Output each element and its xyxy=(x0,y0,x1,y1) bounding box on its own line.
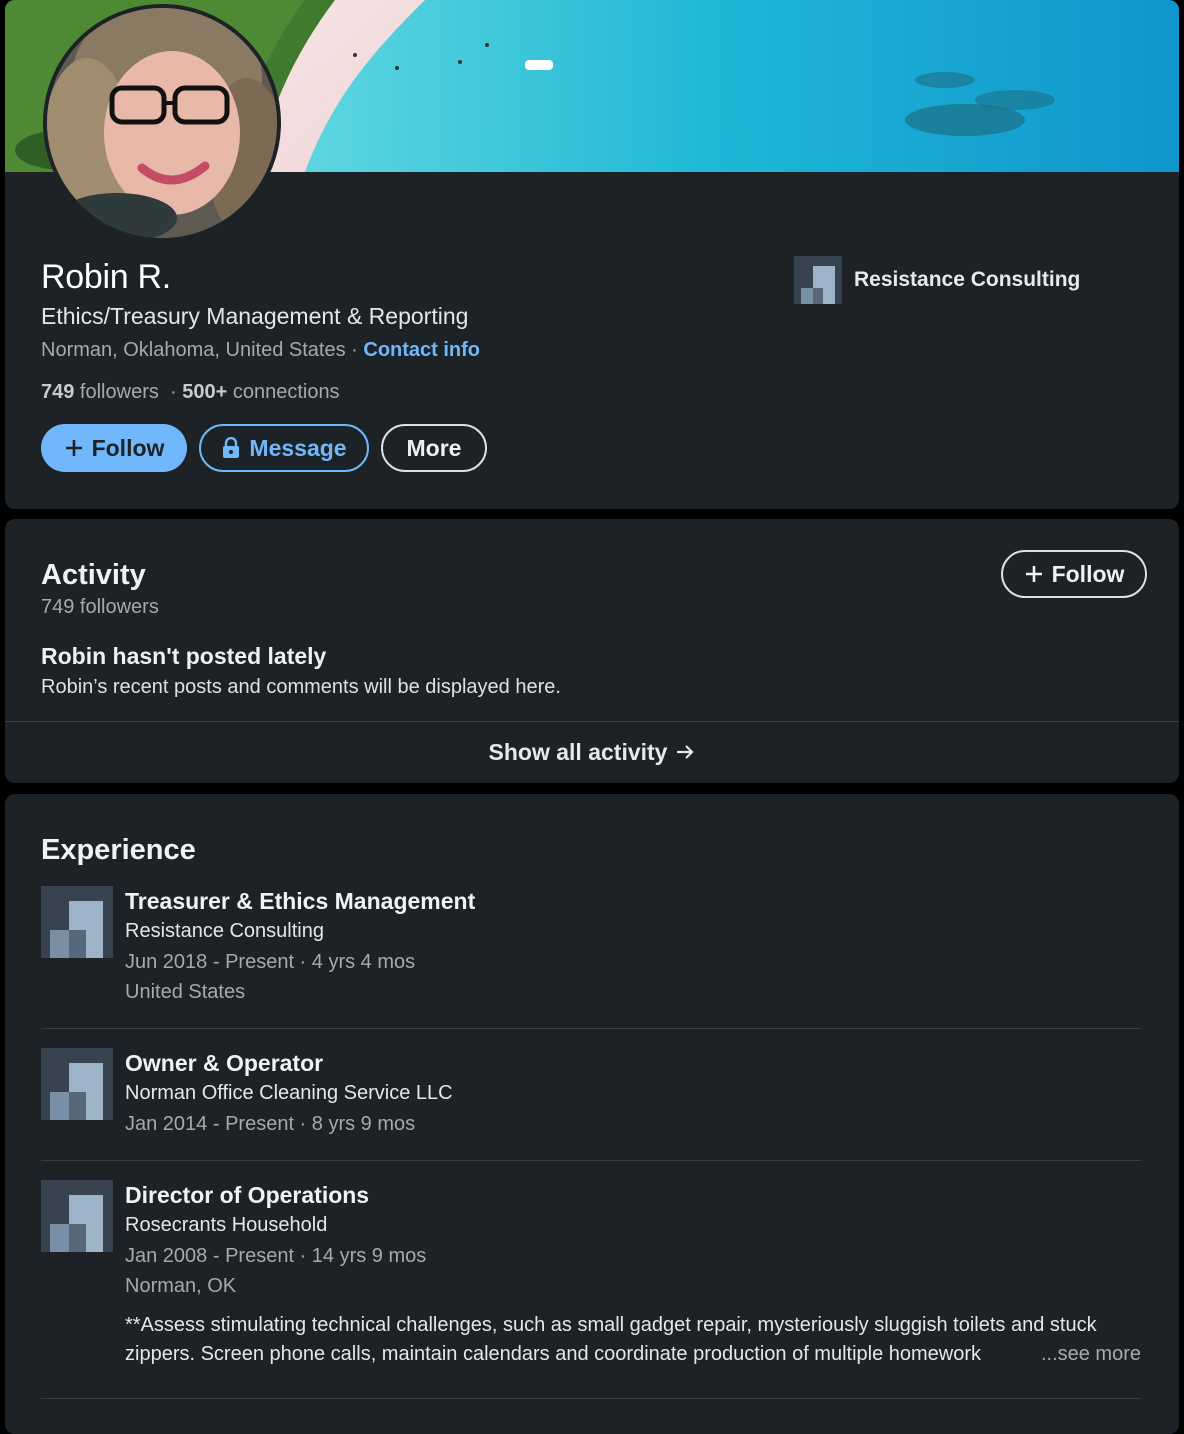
more-button[interactable]: More xyxy=(381,424,487,472)
profile-location-row: Norman, Oklahoma, United States · Contac… xyxy=(41,339,480,362)
divider xyxy=(41,1160,1141,1161)
company-logo-placeholder-icon[interactable] xyxy=(41,1048,113,1120)
activity-follow-button[interactable]: Follow xyxy=(1001,550,1147,598)
experience-location: United States xyxy=(125,981,246,1003)
activity-title: Activity xyxy=(41,559,146,591)
divider xyxy=(41,1398,1141,1399)
experience-description: **Assess stimulating technical challenge… xyxy=(125,1311,1141,1369)
company-logo-placeholder-icon[interactable] xyxy=(41,886,113,958)
plus-icon xyxy=(64,438,84,458)
activity-follow-label: Follow xyxy=(1051,560,1125,587)
separator: · xyxy=(158,381,183,403)
followers-count: 749 xyxy=(41,381,75,403)
profile-avatar[interactable] xyxy=(43,4,281,242)
profile-location: Norman, Oklahoma, United States xyxy=(41,339,346,361)
experience-text: Director of Operations Rosecrants Househ… xyxy=(125,1180,426,1301)
experience-company: Rosecrants Household xyxy=(125,1214,328,1236)
follow-button[interactable]: Follow xyxy=(41,424,187,472)
experience-company: Norman Office Cleaning Service LLC xyxy=(125,1082,453,1104)
experience-title-text: Director of Operations xyxy=(125,1182,370,1208)
see-more-link[interactable]: ...see more xyxy=(1041,1340,1141,1369)
activity-empty-description: Robin’s recent posts and comments will b… xyxy=(41,676,561,698)
experience-description-text: **Assess stimulating technical challenge… xyxy=(125,1314,1097,1365)
plus-icon xyxy=(1024,564,1044,584)
current-company-name: Resistance Consulting xyxy=(854,268,1081,291)
connections-label[interactable]: connections xyxy=(227,381,340,403)
show-all-activity-label: Show all activity xyxy=(488,738,668,765)
experience-text: Owner & Operator Norman Office Cleaning … xyxy=(125,1048,453,1139)
experience-company: Resistance Consulting xyxy=(125,920,324,942)
experience-dates: Jan 2008 - Present · 14 yrs 9 mos xyxy=(125,1245,427,1267)
arrow-right-icon xyxy=(675,742,695,762)
experience-title-text: Owner & Operator xyxy=(125,1050,324,1076)
lock-icon xyxy=(221,437,241,459)
experience-item: Treasurer & Ethics Management Resistance… xyxy=(41,886,1141,1016)
profile-name: Robin R. xyxy=(41,258,171,296)
message-button[interactable]: Message xyxy=(199,424,369,472)
company-logo-placeholder-icon[interactable] xyxy=(41,1180,113,1252)
show-all-activity-button[interactable]: Show all activity xyxy=(5,721,1179,783)
followers-label: followers xyxy=(74,381,159,403)
experience-item: Director of Operations Rosecrants Househ… xyxy=(41,1180,1141,1400)
message-button-label: Message xyxy=(249,434,347,461)
profile-stats: 749 followers · 500+ connections xyxy=(41,381,340,404)
activity-card: Activity 749 followers Follow Robin hasn… xyxy=(5,519,1179,783)
experience-text: Treasurer & Ethics Management Resistance… xyxy=(125,886,475,1007)
follow-button-label: Follow xyxy=(91,434,165,461)
profile-headline: Ethics/Treasury Management & Reporting xyxy=(41,303,469,329)
experience-card: Experience Treasurer & Ethics Management… xyxy=(5,794,1179,1434)
experience-title-text: Treasurer & Ethics Management xyxy=(125,888,476,914)
separator: · xyxy=(345,339,364,361)
divider xyxy=(41,1028,1141,1029)
connections-count[interactable]: 500+ xyxy=(182,381,227,403)
profile-card: Robin R. Ethics/Treasury Management & Re… xyxy=(5,0,1179,509)
experience-location: Norman, OK xyxy=(125,1275,237,1297)
experience-dates: Jan 2014 - Present · 8 yrs 9 mos xyxy=(125,1113,416,1135)
experience-item: Owner & Operator Norman Office Cleaning … xyxy=(41,1048,1141,1148)
activity-followers: 749 followers xyxy=(41,596,159,618)
activity-empty-title: Robin hasn't posted lately xyxy=(41,643,327,669)
experience-title: Experience xyxy=(41,834,196,866)
contact-info-link[interactable]: Contact info xyxy=(363,339,480,361)
experience-dates: Jun 2018 - Present · 4 yrs 4 mos xyxy=(125,951,416,973)
more-button-label: More xyxy=(406,434,462,461)
company-logo-placeholder-icon xyxy=(794,256,842,304)
current-company-chip[interactable]: Resistance Consulting xyxy=(794,256,1080,304)
